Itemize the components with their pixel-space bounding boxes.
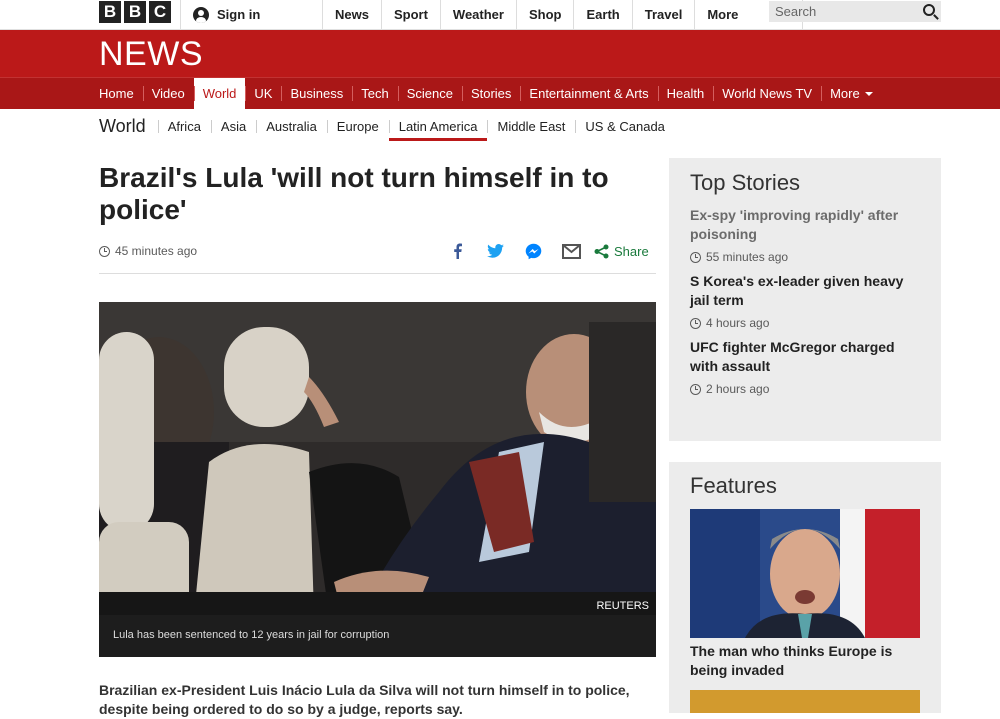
top-nav-travel[interactable]: Travel xyxy=(631,0,695,29)
sign-in-label: Sign in xyxy=(217,7,261,22)
top-nav-earth[interactable]: Earth xyxy=(573,0,631,29)
feature-image[interactable] xyxy=(690,509,920,638)
top-story-title[interactable]: S Korea's ex-leader given heavy jail ter… xyxy=(690,272,920,310)
bbc-logo[interactable]: B B C xyxy=(99,1,171,23)
subnav-middle-east[interactable]: Middle East xyxy=(487,112,575,140)
subnav-us-canada[interactable]: US & Canada xyxy=(575,112,675,140)
top-bar: B B C Sign in News Sport Weather Shop Ea… xyxy=(0,0,1000,30)
news-banner: NEWS xyxy=(0,30,1000,77)
top-story-time-text: 2 hours ago xyxy=(706,382,770,396)
photo-credit: REUTERS xyxy=(596,600,649,612)
bbc-logo-letter: B xyxy=(124,1,146,23)
messenger-share-button[interactable] xyxy=(514,240,552,262)
article-photo: REUTERS xyxy=(99,302,656,615)
article-divider xyxy=(99,273,656,274)
share-button[interactable]: Share xyxy=(594,244,649,259)
top-stories-panel: Top Stories Ex-spy 'improving rapidly' a… xyxy=(669,158,941,441)
sign-in-link[interactable]: Sign in xyxy=(180,0,322,29)
main-nav-world-news-tv[interactable]: World News TV xyxy=(713,78,821,109)
main-nav-business[interactable]: Business xyxy=(281,78,352,109)
clock-icon xyxy=(690,383,701,395)
top-nav-more-label: More xyxy=(707,7,739,22)
top-story-time-text: 4 hours ago xyxy=(706,316,770,330)
search-input[interactable]: Search xyxy=(769,1,941,22)
twitter-share-button[interactable] xyxy=(476,240,514,262)
top-story-time-text: 55 minutes ago xyxy=(706,250,789,264)
main-nav-entertainment-arts[interactable]: Entertainment & Arts xyxy=(520,78,657,109)
main-nav: Home Video World UK Business Tech Scienc… xyxy=(0,77,1000,109)
top-nav: News Sport Weather Shop Earth Travel Mor… xyxy=(322,0,804,29)
main-nav-more-label: More xyxy=(830,86,860,101)
top-story-time: 4 hours ago xyxy=(690,316,920,330)
share-label: Share xyxy=(614,243,649,259)
article-headline: Brazil's Lula 'will not turn himself in … xyxy=(99,162,609,225)
bbc-logo-letter: B xyxy=(99,1,121,23)
feature-portrait-photo xyxy=(690,509,920,638)
envelope-icon xyxy=(561,243,581,259)
main-nav-health[interactable]: Health xyxy=(657,78,714,109)
subnav-latin-america[interactable]: Latin America xyxy=(388,112,488,141)
twitter-icon xyxy=(486,244,504,258)
top-stories-title: Top Stories xyxy=(690,170,801,195)
features-title: Features xyxy=(690,473,777,498)
clock-icon xyxy=(99,245,110,257)
main-nav-stories[interactable]: Stories xyxy=(461,78,520,109)
article-timestamp: 45 minutes ago xyxy=(99,244,197,258)
top-nav-shop[interactable]: Shop xyxy=(515,0,574,29)
top-story-item[interactable]: UFC fighter McGregor charged with assaul… xyxy=(690,338,920,396)
top-story-time: 55 minutes ago xyxy=(690,250,920,264)
clock-icon xyxy=(690,251,701,263)
main-nav-uk[interactable]: UK xyxy=(245,78,281,109)
main-nav-world[interactable]: World xyxy=(193,78,246,109)
top-story-title[interactable]: Ex-spy 'improving rapidly' after poisoni… xyxy=(690,206,920,244)
share-tools: Share xyxy=(438,240,649,262)
search-icon[interactable] xyxy=(923,4,935,16)
subnav-australia[interactable]: Australia xyxy=(256,112,327,140)
bbc-logo-letter: C xyxy=(149,1,171,23)
top-story-item[interactable]: Ex-spy 'improving rapidly' after poisoni… xyxy=(690,206,920,264)
user-icon xyxy=(193,6,209,23)
main-nav-video[interactable]: Video xyxy=(142,78,194,109)
messenger-icon xyxy=(525,243,541,259)
top-story-time: 2 hours ago xyxy=(690,382,920,396)
main-nav-home[interactable]: Home xyxy=(90,78,143,109)
top-nav-news[interactable]: News xyxy=(322,0,381,29)
search-placeholder: Search xyxy=(775,4,817,19)
subnav-asia[interactable]: Asia xyxy=(210,112,256,140)
photo-caption: Lula has been sentenced to 12 years in j… xyxy=(99,615,656,657)
news-wordmark[interactable]: NEWS xyxy=(99,35,203,74)
car-interior-photo xyxy=(99,302,656,615)
subnav-africa[interactable]: Africa xyxy=(157,112,211,140)
main-nav-science[interactable]: Science xyxy=(397,78,462,109)
main-nav-more-button[interactable]: More xyxy=(821,78,882,109)
main-nav-tech[interactable]: Tech xyxy=(352,78,397,109)
email-share-button[interactable] xyxy=(552,240,590,262)
facebook-share-button[interactable] xyxy=(438,240,476,262)
caret-down-icon xyxy=(864,91,873,96)
top-story-item[interactable]: S Korea's ex-leader given heavy jail ter… xyxy=(690,272,920,330)
feature-title[interactable]: The man who thinks Europe is being invad… xyxy=(690,642,920,680)
features-panel: Features The man who thinks Europe is be… xyxy=(669,462,941,713)
top-story-title[interactable]: UFC fighter McGregor charged with assaul… xyxy=(690,338,920,376)
clock-icon xyxy=(690,317,701,329)
subnav-europe[interactable]: Europe xyxy=(326,112,389,140)
facebook-icon xyxy=(453,243,462,259)
share-icon xyxy=(594,244,609,258)
section-subnav: World Africa Asia Australia Europe Latin… xyxy=(99,112,675,141)
feature-image-next[interactable] xyxy=(690,690,920,713)
article-time-text: 45 minutes ago xyxy=(115,244,198,258)
section-title[interactable]: World xyxy=(99,116,146,137)
top-nav-weather[interactable]: Weather xyxy=(439,0,516,29)
top-nav-sport[interactable]: Sport xyxy=(380,0,440,29)
article-lead-paragraph: Brazilian ex-President Luis Inácio Lula … xyxy=(99,682,630,717)
